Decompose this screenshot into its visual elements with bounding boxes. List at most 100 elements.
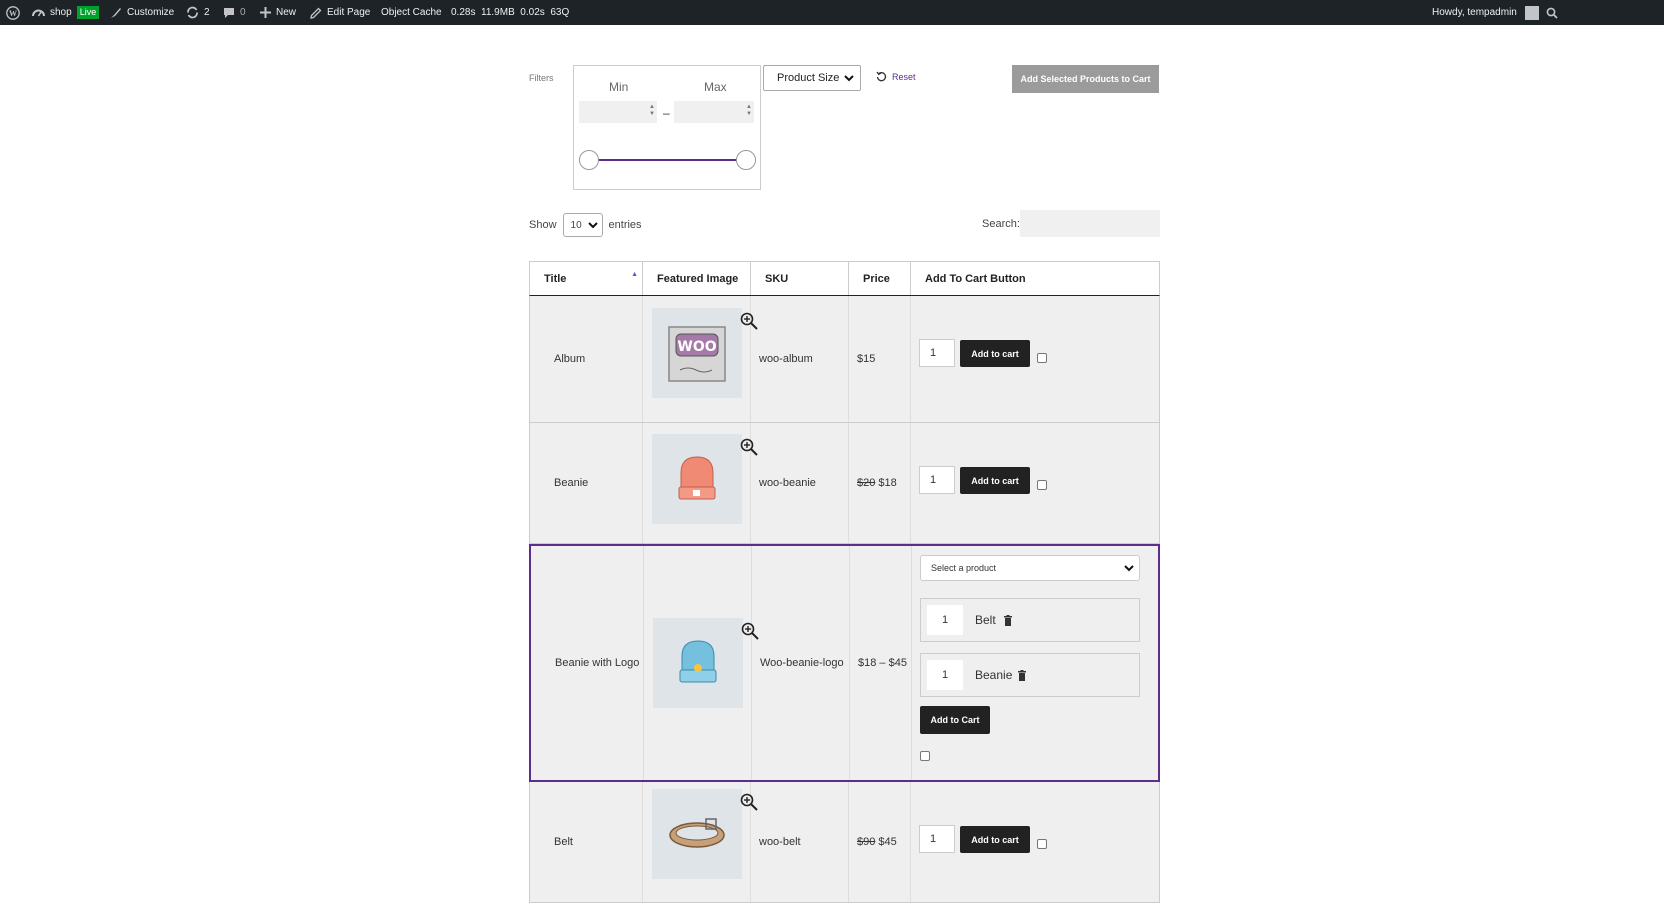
beanie-logo-art bbox=[679, 640, 716, 683]
min-slider-handle[interactable] bbox=[579, 150, 599, 170]
column-header-image[interactable]: Featured Image bbox=[643, 262, 751, 295]
wordpress-logo-icon[interactable]: W bbox=[6, 0, 20, 25]
new-label: New bbox=[276, 7, 297, 18]
bundle-quantity-input[interactable]: 1 bbox=[927, 605, 963, 635]
query-monitor-stats[interactable]: 0.28s 11.9MB 0.02s 63Q bbox=[451, 0, 569, 25]
select-checkbox[interactable] bbox=[1037, 839, 1047, 849]
image-cell bbox=[644, 546, 759, 780]
product-title[interactable]: Beanie with Logo bbox=[531, 546, 644, 780]
column-header-title[interactable]: Title ▲ bbox=[530, 262, 643, 295]
chevron-down-icon bbox=[1124, 565, 1134, 572]
plus-icon bbox=[260, 7, 271, 18]
table-header: Title ▲ Featured Image SKU Price Add To … bbox=[529, 261, 1160, 296]
site-name: shop bbox=[50, 7, 72, 18]
select-product-dropdown[interactable]: Select a product bbox=[920, 555, 1140, 581]
product-title[interactable]: Album bbox=[530, 296, 643, 422]
header-label: SKU bbox=[765, 272, 789, 285]
bundle-item-name: Beanie bbox=[975, 668, 1013, 682]
select-product-value: Select a product bbox=[931, 563, 997, 573]
howdy-label: Howdy, tempadmin bbox=[1432, 7, 1517, 18]
product-sku: woo-belt bbox=[751, 782, 849, 902]
product-title[interactable]: Belt bbox=[530, 782, 643, 902]
add-selected-to-cart-button[interactable]: Add Selected Products to Cart bbox=[1012, 65, 1159, 93]
show-label: Show bbox=[529, 219, 557, 231]
product-sku: woo-beanie bbox=[751, 423, 849, 543]
add-to-cart-cell: 1 Add to cart bbox=[911, 782, 1160, 902]
product-price: $15 bbox=[849, 296, 911, 422]
header-label: Price bbox=[863, 272, 890, 285]
belt-image[interactable] bbox=[651, 789, 758, 879]
price-range: $18 – $45 bbox=[858, 657, 907, 669]
new-content-link[interactable]: New bbox=[260, 0, 296, 25]
quantity-input[interactable]: 1 bbox=[919, 825, 955, 853]
reset-link[interactable]: Reset bbox=[876, 71, 916, 82]
spinner-icon: ▲ ▼ bbox=[649, 104, 655, 117]
table-row-selected: Beanie with Logo Woo-beanie-logo $18 – $… bbox=[529, 544, 1160, 782]
table-search-input[interactable] bbox=[1020, 210, 1160, 237]
trash-icon[interactable] bbox=[1017, 670, 1027, 681]
trash-icon[interactable] bbox=[1003, 615, 1013, 626]
bundle-cell: Select a product 1 Belt 1 Beanie Add to … bbox=[912, 546, 1161, 780]
comment-icon bbox=[224, 7, 234, 18]
regular-price: $90 bbox=[857, 836, 876, 848]
product-size-select[interactable]: Product Size bbox=[763, 65, 861, 91]
quantity-input[interactable]: 1 bbox=[919, 466, 955, 494]
svg-text:W: W bbox=[9, 9, 17, 18]
bundle-quantity-input[interactable]: 1 bbox=[927, 660, 963, 690]
product-sku: Woo-beanie-logo bbox=[752, 546, 850, 780]
account-menu[interactable]: Howdy, tempadmin bbox=[1432, 0, 1539, 25]
comments-count: 0 bbox=[240, 7, 246, 18]
dashboard-icon bbox=[32, 9, 45, 16]
select-checkbox[interactable] bbox=[1037, 480, 1047, 490]
search-icon[interactable] bbox=[1546, 0, 1558, 25]
updates-icon bbox=[187, 6, 198, 19]
avatar bbox=[1524, 5, 1539, 20]
comments-link[interactable]: 0 bbox=[223, 0, 246, 25]
entries-select[interactable]: 10 bbox=[562, 213, 603, 237]
beanie-logo-image[interactable] bbox=[652, 618, 759, 708]
spinner-icon: ▲ ▼ bbox=[746, 104, 752, 117]
select-checkbox[interactable] bbox=[1037, 353, 1047, 363]
select-checkbox[interactable] bbox=[920, 751, 930, 761]
album-image[interactable]: WOO bbox=[651, 308, 758, 398]
customize-link[interactable]: Customize bbox=[110, 0, 174, 25]
reset-label: Reset bbox=[892, 71, 916, 82]
product-price: $90 $45 bbox=[849, 782, 911, 902]
table-row: Album WOO woo-album $15 1 Add to cart bbox=[529, 296, 1160, 423]
add-to-cart-button[interactable]: Add to cart bbox=[960, 340, 1030, 367]
add-to-cart-button[interactable]: Add to cart bbox=[960, 826, 1030, 853]
sort-asc-icon: ▲ bbox=[631, 271, 638, 278]
edit-page-label: Edit Page bbox=[327, 7, 371, 18]
price-filter: Min Max ▲ ▼ – ▲ ▼ bbox=[573, 65, 761, 190]
header-label: Featured Image bbox=[657, 272, 739, 285]
column-header-price[interactable]: Price bbox=[849, 262, 911, 295]
object-cache-link[interactable]: Object Cache bbox=[381, 0, 442, 25]
product-title[interactable]: Beanie bbox=[530, 423, 643, 543]
entries-label: entries bbox=[608, 219, 642, 231]
min-price-input[interactable]: ▲ ▼ bbox=[579, 101, 657, 123]
beanie-image[interactable] bbox=[651, 434, 758, 524]
quantity-input[interactable]: 1 bbox=[919, 339, 955, 367]
max-label: Max bbox=[704, 80, 727, 94]
search-label: Search: bbox=[982, 218, 1020, 230]
edit-page-link[interactable]: Edit Page bbox=[310, 0, 370, 25]
pencil-icon bbox=[310, 7, 322, 19]
add-to-cart-cell: 1 Add to cart bbox=[911, 296, 1160, 422]
bundle-item-name: Belt bbox=[975, 613, 996, 627]
customize-label: Customize bbox=[127, 7, 175, 18]
bundle-item: 1 Belt bbox=[920, 598, 1140, 642]
range-dash: – bbox=[663, 106, 670, 120]
add-to-cart-button[interactable]: Add to cart bbox=[960, 467, 1030, 494]
max-slider-handle[interactable] bbox=[736, 150, 756, 170]
chevron-down-icon bbox=[844, 75, 854, 82]
max-price-input[interactable]: ▲ ▼ bbox=[674, 101, 754, 123]
updates-count: 2 bbox=[204, 7, 210, 18]
column-header-sku[interactable]: SKU bbox=[751, 262, 849, 295]
add-to-cart-cell: 1 Add to cart bbox=[911, 423, 1160, 543]
price-slider-track[interactable] bbox=[589, 159, 749, 161]
column-header-add-to-cart[interactable]: Add To Cart Button bbox=[911, 262, 1159, 295]
product-price: $20 $18 bbox=[849, 423, 911, 543]
updates-link[interactable]: 2 bbox=[186, 0, 210, 25]
bundle-add-to-cart-button[interactable]: Add to Cart bbox=[920, 706, 990, 734]
site-menu[interactable]: shop Live bbox=[32, 0, 100, 25]
